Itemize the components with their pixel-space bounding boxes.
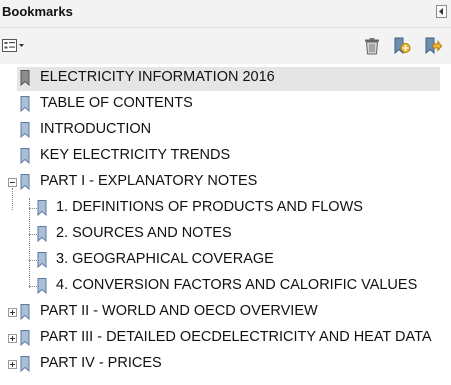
expand-toggle[interactable] <box>8 360 17 369</box>
bookmark-item[interactable]: KEY ELECTRICITY TRENDS <box>0 144 451 170</box>
bookmark-label: PART IV - PRICES <box>40 355 162 371</box>
new-bookmark-button[interactable] <box>393 37 411 55</box>
bookmark-item[interactable]: PART IV - PRICES <box>0 352 451 378</box>
triangle-left-icon <box>439 8 443 15</box>
bookmark-item[interactable]: PART I - EXPLANATORY NOTES <box>0 170 451 196</box>
bookmark-icon <box>37 200 47 216</box>
bookmark-label: 2. SOURCES AND NOTES <box>56 225 232 241</box>
bookmark-label: TABLE OF CONTENTS <box>40 95 193 111</box>
bookmark-label: PART II - WORLD AND OECD OVERVIEW <box>40 303 318 319</box>
bookmark-icon <box>20 122 30 138</box>
bookmark-item[interactable]: ELECTRICITY INFORMATION 2016 <box>0 66 451 92</box>
collapse-toggle[interactable] <box>8 178 17 187</box>
bookmark-icon <box>20 96 30 112</box>
bookmark-item[interactable]: PART III - DETAILED OECDELECTRICITY AND … <box>0 326 451 352</box>
expand-toggle[interactable] <box>8 334 17 343</box>
bookmark-label: 1. DEFINITIONS OF PRODUCTS AND FLOWS <box>56 199 363 215</box>
panel-title: Bookmarks <box>2 4 73 19</box>
collapse-panel-button[interactable] <box>436 5 447 18</box>
options-menu-button[interactable] <box>2 39 26 53</box>
bookmark-tree: ELECTRICITY INFORMATION 2016 TABLE OF CO… <box>0 66 451 385</box>
bookmark-label: INTRODUCTION <box>40 121 152 137</box>
bookmark-label: PART III - DETAILED OECDELECTRICITY AND … <box>40 329 432 345</box>
delete-bookmark-button[interactable] <box>363 37 381 55</box>
bookmark-icon <box>37 226 47 242</box>
bookmarks-panel: Bookmarks ELECTRICITY INFORMATION 2016 T… <box>0 0 451 385</box>
expand-bookmark-button[interactable] <box>424 37 443 55</box>
bookmark-label: 3. GEOGRAPHICAL COVERAGE <box>56 251 274 267</box>
bookmark-label: 4. CONVERSION FACTORS AND CALORIFIC VALU… <box>56 277 418 293</box>
bookmark-label: KEY ELECTRICITY TRENDS <box>40 147 231 163</box>
panel-header: Bookmarks <box>0 0 451 28</box>
bookmark-item[interactable]: INTRODUCTION <box>0 118 451 144</box>
bookmark-item[interactable]: TABLE OF CONTENTS <box>0 92 451 118</box>
bookmark-item[interactable]: 2. SOURCES AND NOTES <box>0 222 451 248</box>
expand-toggle[interactable] <box>8 308 17 317</box>
bookmark-icon <box>20 304 30 320</box>
expand-bookmark-icon <box>425 37 443 55</box>
bookmark-icon <box>20 148 30 164</box>
bookmark-icon <box>20 330 30 346</box>
trash-icon <box>365 38 379 55</box>
bookmark-icon <box>37 278 47 294</box>
bookmark-icon <box>20 174 30 190</box>
bookmark-icon <box>37 252 47 268</box>
bookmark-item[interactable]: 3. GEOGRAPHICAL COVERAGE <box>0 248 451 274</box>
bookmark-item[interactable]: PART II - WORLD AND OECD OVERVIEW <box>0 300 451 326</box>
bookmark-icon <box>20 356 30 372</box>
bookmark-item[interactable]: 4. CONVERSION FACTORS AND CALORIFIC VALU… <box>0 274 451 300</box>
bookmark-item[interactable]: 1. DEFINITIONS OF PRODUCTS AND FLOWS <box>0 196 451 222</box>
bookmarks-toolbar <box>0 28 451 64</box>
new-bookmark-icon <box>394 37 411 55</box>
bookmark-label: ELECTRICITY INFORMATION 2016 <box>40 69 275 85</box>
bookmark-icon <box>20 70 30 86</box>
options-menu-icon <box>2 39 24 52</box>
bookmark-label: PART I - EXPLANATORY NOTES <box>40 173 258 189</box>
